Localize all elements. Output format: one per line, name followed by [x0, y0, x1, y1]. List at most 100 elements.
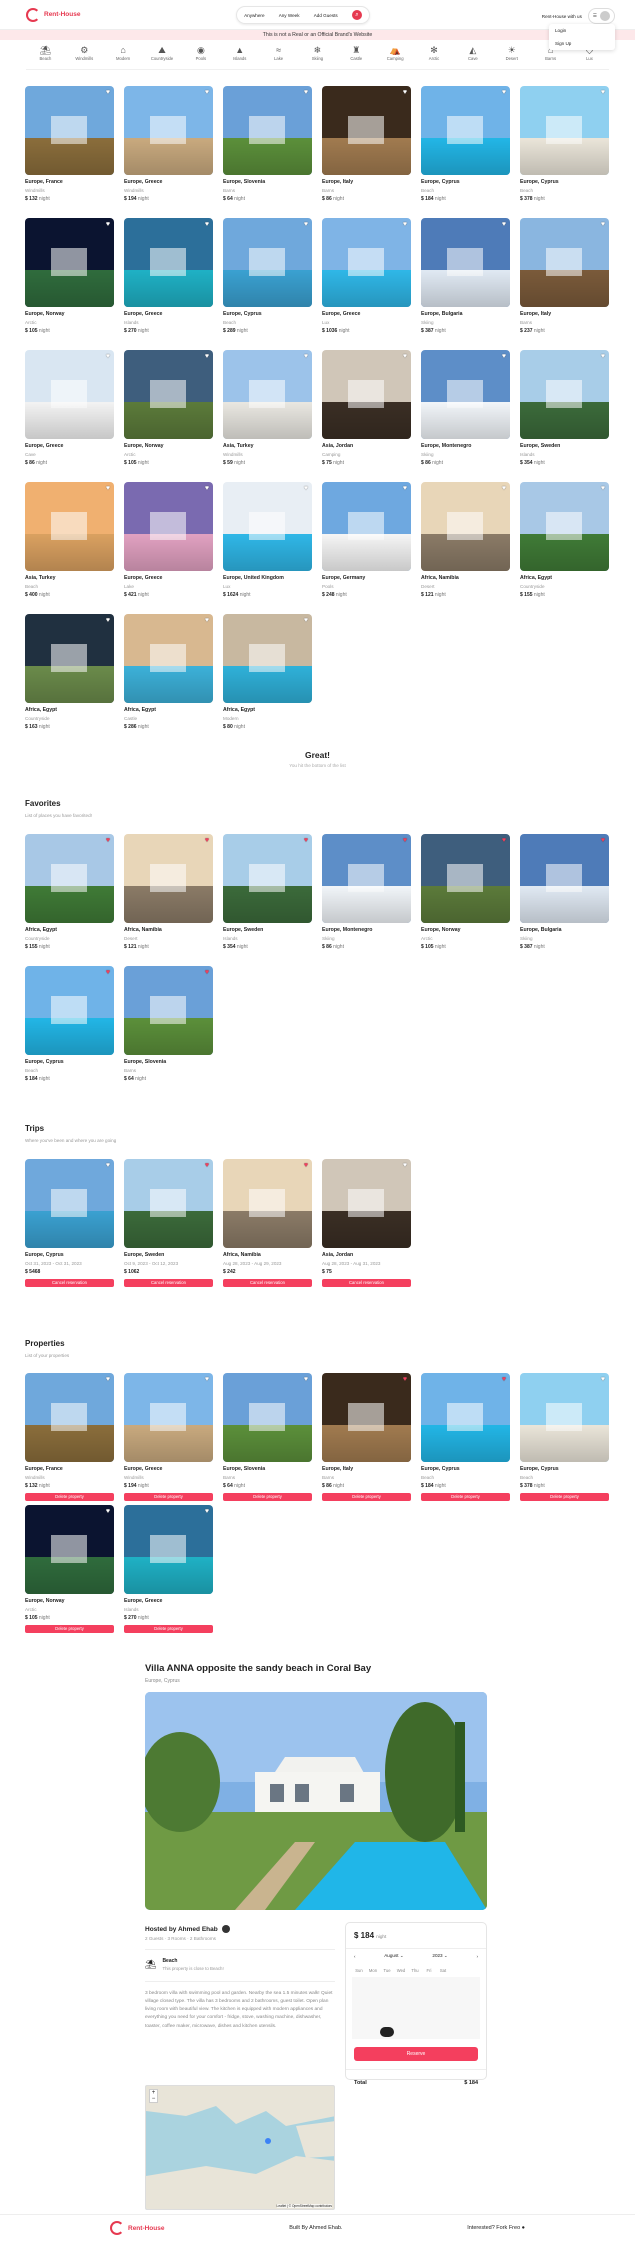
signup-item[interactable]: Sign Up [549, 37, 615, 50]
cancel-reservation-button[interactable]: Cancel reservation [223, 1279, 312, 1287]
listing-card[interactable]: ♥ Europe, Cyprus Beach $ 184 night Delete pr… [421, 1373, 510, 1505]
heart-icon[interactable]: ♥ [304, 617, 308, 624]
heart-icon[interactable]: ♥ [205, 221, 209, 228]
listing-card[interactable]: ♥ Europe, Italy Barns $ 86 night [322, 86, 411, 218]
listing-card[interactable]: ♥ Europe, Greece Windmills $ 194 night Delet… [124, 1373, 213, 1505]
category-cave[interactable]: ◭ Cave [453, 44, 492, 69]
category-countryside[interactable]: ⛰ Countryside [143, 44, 182, 69]
brand-logo[interactable]: Rent-House [26, 7, 80, 22]
heart-icon[interactable]: ♥ [502, 485, 506, 492]
listing-card[interactable]: ♥ Europe, United Kingdom Lux $ 1624 night [223, 482, 312, 614]
login-item[interactable]: Login [549, 24, 615, 37]
listing-card[interactable]: ♥ Africa, Namibia Desert $ 121 night [421, 482, 510, 614]
listing-card[interactable]: ♥ Europe, Norway Arctic $ 105 night Delete p… [25, 1505, 114, 1637]
listing-card[interactable]: ♥ Europe, Norway Arctic $ 105 night [124, 350, 213, 482]
listing-card[interactable]: ♥ Europe, Montenegro Skiing $ 86 night [322, 834, 411, 966]
listing-card[interactable]: ♥ Europe, Italy Barns $ 86 night Delete prop… [322, 1373, 411, 1505]
heart-icon[interactable]: ♥ [502, 353, 506, 360]
category-pools[interactable]: ◉ Pools [181, 44, 220, 69]
heart-icon[interactable]: ♥ [601, 221, 605, 228]
heart-icon[interactable]: ♥ [304, 485, 308, 492]
delete-property-button[interactable]: Delete property [124, 1625, 213, 1633]
category-lake[interactable]: ≈ Lake [259, 44, 298, 69]
delete-property-button[interactable]: Delete property [421, 1493, 510, 1501]
listing-card[interactable]: ♥ Europe, Greece Lake $ 421 night [124, 482, 213, 614]
category-beach[interactable]: ⛱ Beach [26, 44, 65, 69]
heart-icon[interactable]: ♥ [304, 1376, 308, 1383]
next-month-icon[interactable]: › [476, 1954, 478, 1959]
listing-card[interactable]: ♥ Europe, Cyprus Beach $ 184 night [421, 86, 510, 218]
heart-icon[interactable]: ♥ [205, 969, 209, 976]
listing-card[interactable]: ♥ Europe, Germany Pools $ 248 night [322, 482, 411, 614]
listing-card[interactable]: ♥ Africa, Egypt Castle $ 286 night [124, 614, 213, 746]
listing-card[interactable]: ♥ Asia, Turkey Beach $ 400 night [25, 482, 114, 614]
heart-icon[interactable]: ♥ [106, 221, 110, 228]
listing-card[interactable]: ♥ Europe, Greece Islands $ 270 night Delete … [124, 1505, 213, 1637]
category-islands[interactable]: ▲ Islands [220, 44, 259, 69]
listing-card[interactable]: ♥ Europe, Italy Barns $ 237 night [520, 218, 609, 350]
year-selector[interactable]: 2023 ⌄ [432, 1953, 447, 1959]
category-castle[interactable]: ♜ Castle [337, 44, 376, 69]
cancel-reservation-button[interactable]: Cancel reservation [124, 1279, 213, 1287]
category-windmills[interactable]: ⚙ Windmills [65, 44, 104, 69]
listing-card[interactable]: ♥ Asia, Turkey Windmills $ 59 night [223, 350, 312, 482]
category-desert[interactable]: ☀ Desert [492, 44, 531, 69]
cancel-reservation-button[interactable]: Cancel reservation [25, 1279, 114, 1287]
heart-icon[interactable]: ♥ [502, 89, 506, 96]
heart-icon[interactable]: ♥ [403, 89, 407, 96]
heart-icon[interactable]: ♥ [403, 1376, 407, 1383]
heart-icon[interactable]: ♥ [106, 837, 110, 844]
listing-card[interactable]: ♥ Europe, Greece Windmills $ 194 night [124, 86, 213, 218]
heart-icon[interactable]: ♥ [601, 353, 605, 360]
listing-card[interactable]: ♥ Europe, Greece Cave $ 86 night [25, 350, 114, 482]
listing-card[interactable]: ♥ Europe, Slovenia Barns $ 64 night [223, 86, 312, 218]
selected-day[interactable] [380, 2027, 394, 2037]
category-arctic[interactable]: ✻ Arctic [415, 44, 454, 69]
heart-icon[interactable]: ♥ [205, 485, 209, 492]
heart-icon[interactable]: ♥ [205, 1162, 209, 1169]
heart-icon[interactable]: ♥ [106, 353, 110, 360]
heart-icon[interactable]: ♥ [106, 1162, 110, 1169]
heart-icon[interactable]: ♥ [403, 221, 407, 228]
heart-icon[interactable]: ♥ [403, 837, 407, 844]
listing-card[interactable]: ♥ Europe, Montenegro Skiing $ 86 night [421, 350, 510, 482]
host-cta[interactable]: Rent-House with us [542, 14, 582, 19]
zoom-controls[interactable]: + − [149, 2089, 158, 2103]
month-selector[interactable]: August ⌄ [384, 1953, 403, 1959]
heart-icon[interactable]: ♥ [205, 89, 209, 96]
cancel-reservation-button[interactable]: Cancel reservation [322, 1279, 411, 1287]
delete-property-button[interactable]: Delete property [124, 1493, 213, 1501]
user-menu-button[interactable]: ☰ [587, 8, 615, 24]
heart-icon[interactable]: ♥ [106, 1376, 110, 1383]
heart-icon[interactable]: ♥ [106, 617, 110, 624]
listing-card[interactable]: ♥ Europe, Sweden Islands $ 354 night [223, 834, 312, 966]
listing-card[interactable]: ♥ Europe, Cyprus Beach $ 289 night [223, 218, 312, 350]
listing-card[interactable]: ♥ Europe, Norway Arctic $ 105 night [25, 218, 114, 350]
listing-card[interactable]: ♥ Europe, Sweden Oct 9, 2023 - Oct 12, 202… [124, 1159, 213, 1291]
heart-icon[interactable]: ♥ [304, 837, 308, 844]
heart-icon[interactable]: ♥ [106, 969, 110, 976]
heart-icon[interactable]: ♥ [304, 89, 308, 96]
heart-icon[interactable]: ♥ [601, 1376, 605, 1383]
location-map[interactable]: + − Leaflet | © OpenStreetMap contributor… [145, 2085, 335, 2210]
listing-card[interactable]: ♥ Europe, Greece Islands $ 270 night [124, 218, 213, 350]
listing-card[interactable]: ♥ Europe, Bulgaria Skiing $ 387 night [520, 834, 609, 966]
footer-logo[interactable]: Rent-House [110, 2221, 164, 2235]
heart-icon[interactable]: ♥ [106, 1508, 110, 1515]
listing-card[interactable]: ♥ Asia, Jordan Aug 28, 2023 - Aug 31, 2023… [322, 1159, 411, 1291]
delete-property-button[interactable]: Delete property [25, 1625, 114, 1633]
delete-property-button[interactable]: Delete property [520, 1493, 609, 1501]
listing-card[interactable]: ♥ Africa, Egypt Countryside $ 163 night [25, 614, 114, 746]
heart-icon[interactable]: ♥ [205, 1376, 209, 1383]
listing-card[interactable]: ♥ Africa, Egypt Countryside $ 155 night [520, 482, 609, 614]
listing-card[interactable]: ♥ Europe, Slovenia Barns $ 64 night Delete p… [223, 1373, 312, 1505]
listing-card[interactable]: ♥ Europe, Slovenia Barns $ 64 night [124, 966, 213, 1098]
listing-card[interactable]: ♥ Asia, Jordan Camping $ 75 night [322, 350, 411, 482]
listing-card[interactable]: ♥ Europe, Cyprus Beach $ 184 night [25, 966, 114, 1098]
category-skiing[interactable]: ❄ Skiing [298, 44, 337, 69]
search-bar[interactable]: Anywhere Any Week Add Guests ⌕ [236, 6, 370, 24]
delete-property-button[interactable]: Delete property [322, 1493, 411, 1501]
heart-icon[interactable]: ♥ [205, 353, 209, 360]
listing-card[interactable]: ♥ Africa, Namibia Aug 28, 2023 - Aug 29, 2… [223, 1159, 312, 1291]
listing-card[interactable]: ♥ Europe, Cyprus Beach $ 378 night Delete pr… [520, 1373, 609, 1505]
